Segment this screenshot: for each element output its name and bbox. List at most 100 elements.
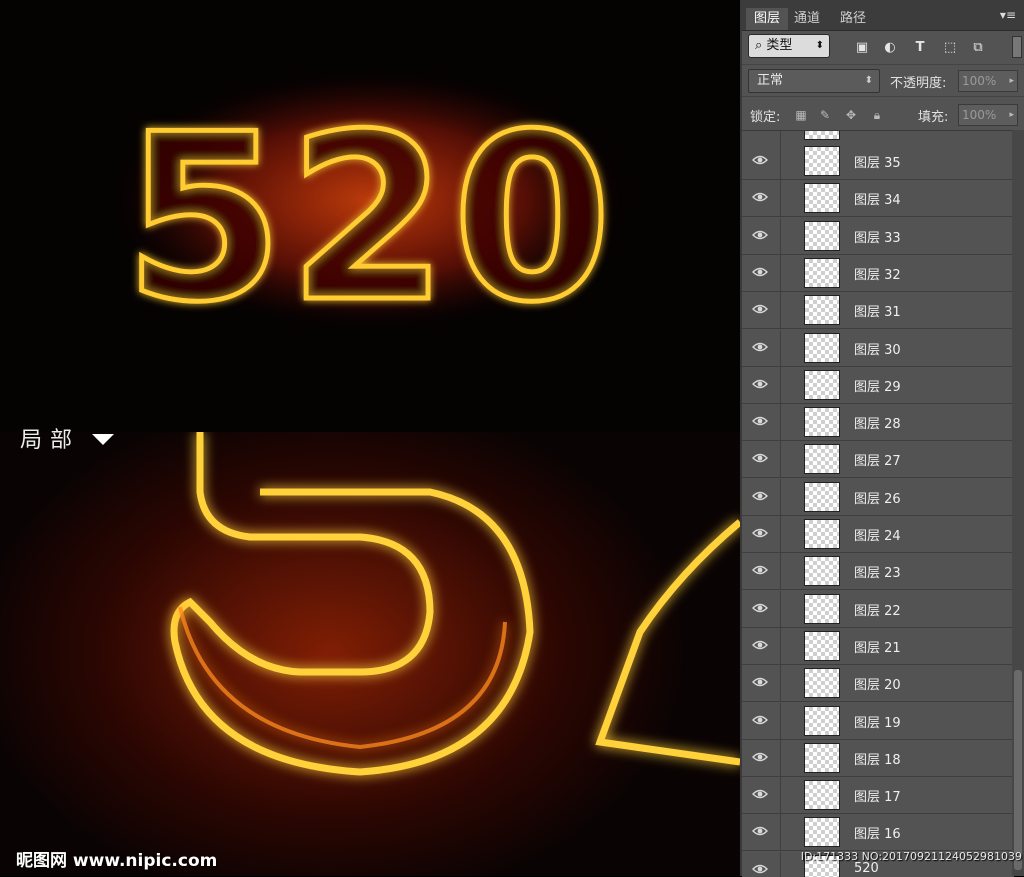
visibility-eye-icon[interactable] — [752, 788, 768, 800]
visibility-eye-icon[interactable] — [752, 191, 768, 203]
layer-row[interactable]: 图层 34 — [742, 180, 1014, 218]
pixel-filter-icon[interactable]: ▣ — [854, 40, 870, 56]
layer-name: 图层 22 — [854, 603, 901, 619]
layer-thumbnail — [804, 817, 840, 848]
layer-row[interactable]: 图层 17 — [742, 777, 1014, 815]
artwork-detail-view — [0, 432, 740, 876]
lock-position-icon[interactable]: ✥ — [844, 108, 858, 122]
visibility-eye-icon[interactable] — [752, 639, 768, 651]
divider — [780, 404, 781, 441]
visibility-eye-icon[interactable] — [752, 452, 768, 464]
layer-thumbnail — [804, 556, 840, 587]
scrollbar-thumb[interactable] — [1014, 670, 1022, 870]
layer-name: 图层 26 — [854, 491, 901, 507]
layer-row[interactable]: 图层 29 — [742, 366, 1014, 404]
lock-transparent-pixels-icon[interactable]: ▦ — [794, 108, 808, 122]
filter-toggle-switch[interactable] — [1012, 36, 1022, 58]
visibility-eye-icon[interactable] — [752, 229, 768, 241]
layer-list-scrollbar[interactable] — [1012, 130, 1024, 876]
layer-thumbnail — [804, 742, 840, 773]
dropdown-arrow-icon: ▸ — [1009, 76, 1014, 86]
artwork-canvas: 520 局部 昵图网 www.nipic.com — [0, 0, 740, 876]
layer-thumbnail — [804, 146, 840, 176]
layer-row[interactable]: 图层 16 — [742, 814, 1014, 852]
divider — [780, 665, 781, 702]
layer-thumbnail — [804, 332, 840, 363]
layer-name: 图层 17 — [854, 790, 901, 806]
visibility-eye-icon[interactable] — [752, 751, 768, 763]
fill-value: 100% — [962, 108, 997, 122]
shape-filter-icon[interactable]: ⬚ — [942, 40, 958, 56]
visibility-eye-icon[interactable] — [752, 266, 768, 278]
layer-row[interactable]: 图层 23 — [742, 553, 1014, 591]
layer-row[interactable]: 图层 19 — [742, 702, 1014, 740]
divider — [780, 814, 781, 851]
smart-object-filter-icon[interactable]: ⧉ — [970, 40, 986, 56]
updown-caret-icon: ⬍ — [815, 40, 824, 51]
visibility-eye-icon[interactable] — [752, 490, 768, 502]
layer-name: 图层 34 — [854, 193, 901, 209]
layer-row[interactable]: 图层 33 — [742, 217, 1014, 255]
fill-input[interactable]: 100% ▸ — [958, 104, 1018, 126]
layer-row[interactable]: 图层 32 — [742, 254, 1014, 292]
divider — [780, 292, 781, 329]
layer-row[interactable]: 图层 26 — [742, 478, 1014, 516]
layer-row[interactable]: 图层 18 — [742, 739, 1014, 777]
fire-detail-graphic — [170, 432, 740, 776]
panel-menu-icon[interactable]: ▾≡ — [1000, 8, 1016, 22]
layer-name: 图层 30 — [854, 342, 901, 358]
layer-thumbnail — [804, 519, 840, 549]
divider — [780, 180, 781, 217]
tab-paths[interactable]: 路径 — [832, 8, 874, 30]
divider — [780, 478, 781, 515]
tab-layers[interactable]: 图层 — [746, 8, 789, 30]
visibility-eye-icon[interactable] — [752, 303, 768, 315]
blend-mode-select[interactable]: 正常 ⬍ — [748, 69, 880, 93]
layer-thumbnail — [804, 668, 840, 699]
visibility-eye-icon[interactable] — [752, 602, 768, 614]
layer-row[interactable]: 图层 21 — [742, 627, 1014, 665]
type-filter-icon[interactable]: T — [912, 40, 928, 56]
layer-thumbnail — [804, 183, 840, 214]
visibility-eye-icon[interactable] — [752, 154, 768, 166]
lock-image-pixels-icon[interactable]: ✎ — [818, 108, 832, 122]
layer-row[interactable]: 图层 27 — [742, 441, 1014, 479]
divider — [780, 777, 781, 814]
visibility-eye-icon[interactable] — [752, 714, 768, 726]
layer-thumbnail — [804, 705, 840, 736]
layer-row[interactable]: 图层 28 — [742, 404, 1014, 442]
blend-row: 正常 ⬍ 不透明度: 100% ▸ — [742, 64, 1024, 97]
adjustment-filter-icon[interactable]: ◐ — [882, 40, 898, 56]
layer-thumbnail — [804, 444, 840, 475]
visibility-eye-icon[interactable] — [752, 676, 768, 688]
visibility-eye-icon[interactable] — [752, 341, 768, 353]
opacity-label: 不透明度: — [890, 76, 947, 91]
visibility-eye-icon[interactable] — [752, 527, 768, 539]
divider — [780, 254, 781, 291]
layer-row[interactable]: 图层 20 — [742, 665, 1014, 703]
divider — [780, 590, 781, 627]
tab-channels[interactable]: 通道 — [786, 8, 828, 30]
layer-row[interactable]: 图层 22 — [742, 590, 1014, 628]
visibility-eye-icon[interactable] — [752, 378, 768, 390]
layers-panel: 图层 通道 路径 ▾≡ ⌕ 类型 ⬍ ▣ ◐ T ⬚ ⧉ 正常 ⬍ 不透明度: … — [740, 0, 1024, 877]
divider — [780, 851, 781, 877]
panel-tabbar: 图层 通道 路径 ▾≡ — [742, 0, 1024, 31]
visibility-eye-icon[interactable] — [752, 564, 768, 576]
layer-row[interactable]: 图层 30 — [742, 329, 1014, 367]
visibility-eye-icon[interactable] — [752, 863, 768, 875]
layer-row[interactable]: 图层 35 — [742, 143, 1014, 180]
layer-thumbnail — [804, 295, 840, 326]
layer-name: 图层 33 — [854, 230, 901, 246]
divider — [780, 739, 781, 776]
opacity-input[interactable]: 100% ▸ — [958, 70, 1018, 92]
layer-row[interactable] — [742, 131, 1014, 144]
layer-row[interactable]: 图层 31 — [742, 292, 1014, 330]
layer-name: 图层 20 — [854, 678, 901, 694]
layer-row[interactable]: 图层 24 — [742, 516, 1014, 553]
layer-name: 图层 27 — [854, 454, 901, 470]
layer-filter-select[interactable]: ⌕ 类型 ⬍ — [748, 34, 830, 58]
visibility-eye-icon[interactable] — [752, 415, 768, 427]
lock-all-icon[interactable]: 🔒︎ — [870, 108, 884, 122]
visibility-eye-icon[interactable] — [752, 825, 768, 837]
